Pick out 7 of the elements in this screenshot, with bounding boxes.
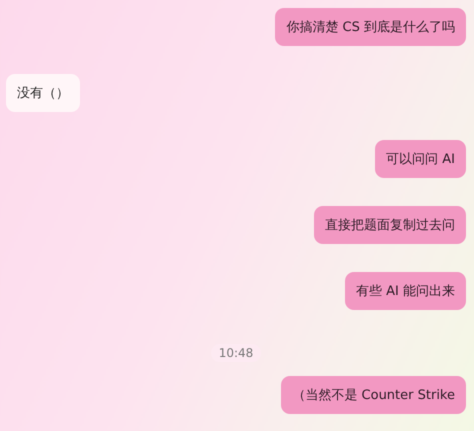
received-message: 没有（）	[6, 74, 80, 112]
sent-message: 可以问问 AI	[375, 140, 466, 178]
timestamp: 10:48	[210, 344, 262, 362]
sent-message: 你搞清楚 CS 到底是什么了吗	[275, 8, 466, 46]
sent-message: 直接把题面复制过去问	[314, 206, 466, 244]
sent-message: （当然不是 Counter Strike	[281, 376, 466, 414]
sent-message: 有些 AI 能问出来	[345, 272, 466, 310]
